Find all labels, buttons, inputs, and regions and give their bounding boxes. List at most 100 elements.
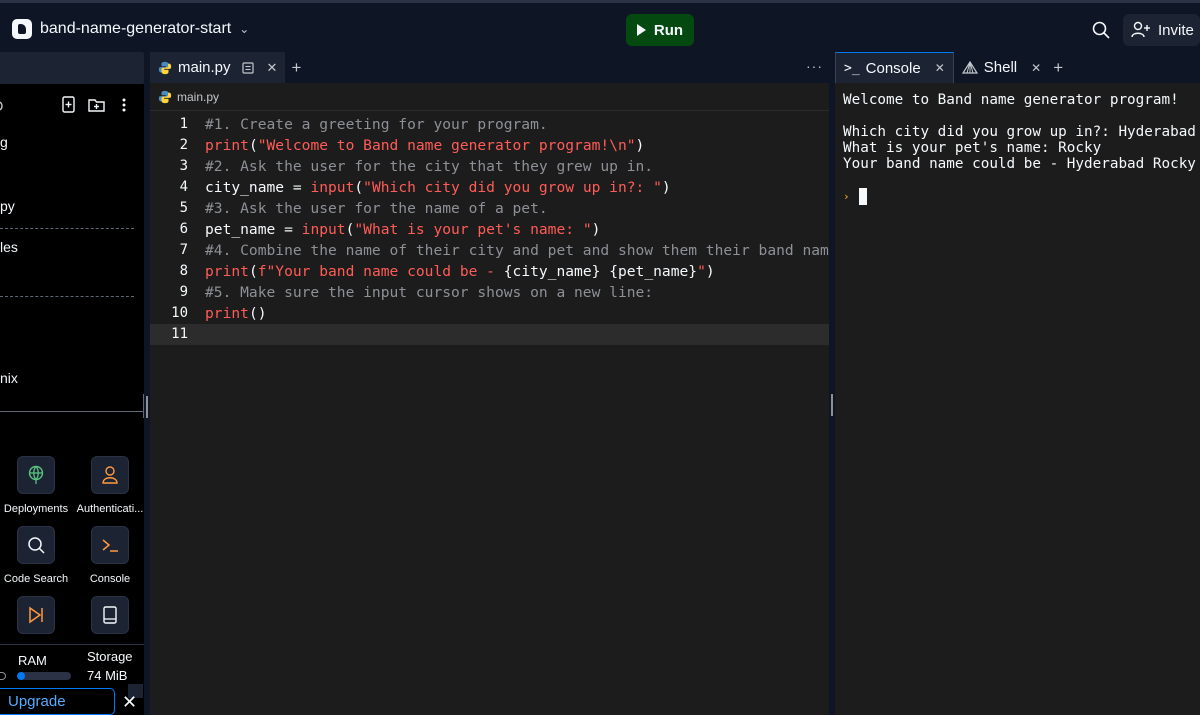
more-options-icon[interactable]: ···: [806, 58, 823, 74]
text-cursor: [858, 188, 867, 205]
divider: [0, 296, 134, 297]
tool-deployments[interactable]: Deployments: [1, 456, 71, 515]
line-code: print(f"Your band name could be - {city_…: [205, 263, 715, 280]
line-code: city_name = input("Which city did you gr…: [205, 179, 671, 196]
divider: [0, 411, 143, 412]
top-bar: band-name-generator-start ⌄ Run Invite: [0, 0, 1200, 52]
storage-value: 74 MiB: [87, 668, 128, 683]
console-output: Welcome to Band name generator program! …: [843, 92, 1196, 172]
tool-authentication[interactable]: Authenticati...: [75, 456, 145, 515]
code-line[interactable]: 6 pet_name = input("What is your pet's na…: [150, 219, 829, 240]
run-label: Run: [653, 21, 684, 39]
code-line[interactable]: 5 #3. Ask the user for the name of a pet.: [150, 198, 829, 219]
new-file-icon[interactable]: [61, 96, 77, 114]
ram-usage-fill: [17, 672, 25, 680]
tab-console[interactable]: >_ Console ✕: [835, 52, 954, 83]
debugger-icon: [29, 606, 43, 624]
sidebar: g py les nix Deployments Authenticati...…: [0, 52, 146, 715]
code-line[interactable]: 8 print(f"Your band name could be - {city…: [150, 261, 829, 282]
sidebar-header: [0, 52, 146, 84]
file-item-nix-partial[interactable]: nix: [0, 370, 18, 386]
tab-main-py[interactable]: main.py ✕: [150, 52, 286, 83]
line-code: #4. Combine the name of their city and p…: [205, 242, 847, 259]
tool-box: [91, 596, 129, 634]
editor-pane: main.py ✕ + ··· main.py 1 #1. Create a gr…: [150, 52, 847, 715]
close-tab-icon[interactable]: ✕: [935, 61, 945, 75]
line-code: #3. Ask the user for the name of a pet.: [205, 200, 548, 217]
line-code: print(): [205, 305, 267, 322]
line-number: 11: [171, 326, 188, 342]
ram-usage-bar: [17, 672, 71, 680]
file-history-icon[interactable]: [241, 61, 255, 75]
file-item-main-py-partial[interactable]: py: [0, 198, 15, 214]
line-number: 5: [179, 200, 188, 216]
code-line[interactable]: 1 #1. Create a greeting for your program.: [150, 114, 829, 135]
tool-box: [91, 456, 129, 494]
tab-console-label: Console: [865, 59, 921, 77]
play-icon: [636, 24, 646, 36]
undo-icon[interactable]: [0, 98, 8, 112]
console-pane: >_ Console ✕ Shell ✕ + Welcome to Band n…: [835, 52, 1200, 715]
deployments-icon: [28, 465, 44, 484]
upgrade-button[interactable]: Upgrade: [0, 688, 115, 715]
terminal-icon: >_: [844, 60, 860, 76]
file-item-partial[interactable]: g: [0, 134, 8, 150]
code-line[interactable]: 10 print(): [150, 303, 829, 324]
left-splitter[interactable]: [144, 52, 150, 715]
close-tab-icon[interactable]: ✕: [267, 60, 278, 76]
tool-box: [91, 526, 129, 564]
code-line[interactable]: 2 print("Welcome to Band name generator p…: [150, 135, 829, 156]
file-tree-toolbar: [0, 94, 146, 116]
search-icon[interactable]: [1090, 19, 1112, 41]
code-line[interactable]: 11: [150, 324, 829, 345]
add-tab-icon[interactable]: +: [1053, 58, 1063, 78]
splitter-grip[interactable]: [831, 394, 833, 416]
breadcrumb-file[interactable]: main.py: [177, 90, 219, 104]
line-number: 8: [179, 263, 188, 279]
code-line[interactable]: 9 #5. Make sure the input cursor shows on…: [150, 282, 829, 303]
invite-label: Invite: [1158, 21, 1194, 39]
new-folder-icon[interactable]: [88, 96, 106, 114]
search-icon: [28, 537, 45, 554]
console-prompt[interactable]: ›: [843, 188, 867, 205]
python-icon: [158, 90, 172, 103]
more-options-icon[interactable]: [118, 97, 130, 113]
tool-code-search-label: Code Search: [3, 573, 69, 585]
line-number: 6: [179, 221, 188, 237]
tool-code-search[interactable]: Code Search: [1, 526, 71, 585]
tab-shell-label: Shell: [983, 59, 1018, 76]
close-icon[interactable]: ✕: [122, 692, 137, 713]
code-line[interactable]: 7 #4. Combine the name of their city and …: [150, 240, 847, 261]
repl-title-button[interactable]: band-name-generator-start ⌄: [12, 15, 249, 43]
cpu-bar-partial: [0, 672, 6, 680]
tool-box: [17, 456, 55, 494]
invite-button[interactable]: Invite: [1123, 14, 1200, 46]
breadcrumb: main.py: [150, 83, 829, 111]
code-area[interactable]: 1 #1. Create a greeting for your program.…: [150, 114, 847, 345]
terminal-icon: [102, 539, 118, 552]
file-item-hidden-files-partial[interactable]: les: [0, 239, 18, 255]
chevron-down-icon: ⌄: [239, 22, 250, 36]
line-number: 4: [179, 179, 188, 195]
line-code: #2. Ask the user for the city that they …: [205, 158, 654, 175]
docs-icon: [103, 606, 117, 624]
editor-tabs: main.py ✕ + ···: [150, 52, 829, 83]
tool-console[interactable]: Console: [75, 526, 145, 585]
user-icon: [102, 466, 118, 484]
replit-logo-icon: [12, 19, 32, 39]
tab-shell[interactable]: Shell ✕: [954, 52, 1049, 83]
tab-main-py-label: main.py: [178, 59, 231, 76]
code-line[interactable]: 3 #2. Ask the user for the city that they…: [150, 156, 829, 177]
close-tab-icon[interactable]: ✕: [1031, 61, 1041, 75]
add-tab-icon[interactable]: +: [291, 58, 301, 78]
python-icon: [158, 61, 172, 74]
code-line[interactable]: 4 city_name = input("Which city did you g…: [150, 177, 829, 198]
splitter-grip[interactable]: [146, 396, 148, 418]
tool-debugger[interactable]: [1, 596, 71, 634]
tool-box: [17, 526, 55, 564]
tool-docs[interactable]: [75, 596, 145, 634]
repl-name: band-name-generator-start: [40, 20, 232, 37]
line-number: 7: [179, 242, 188, 258]
run-button[interactable]: Run: [626, 14, 694, 46]
line-number: 9: [179, 284, 188, 300]
